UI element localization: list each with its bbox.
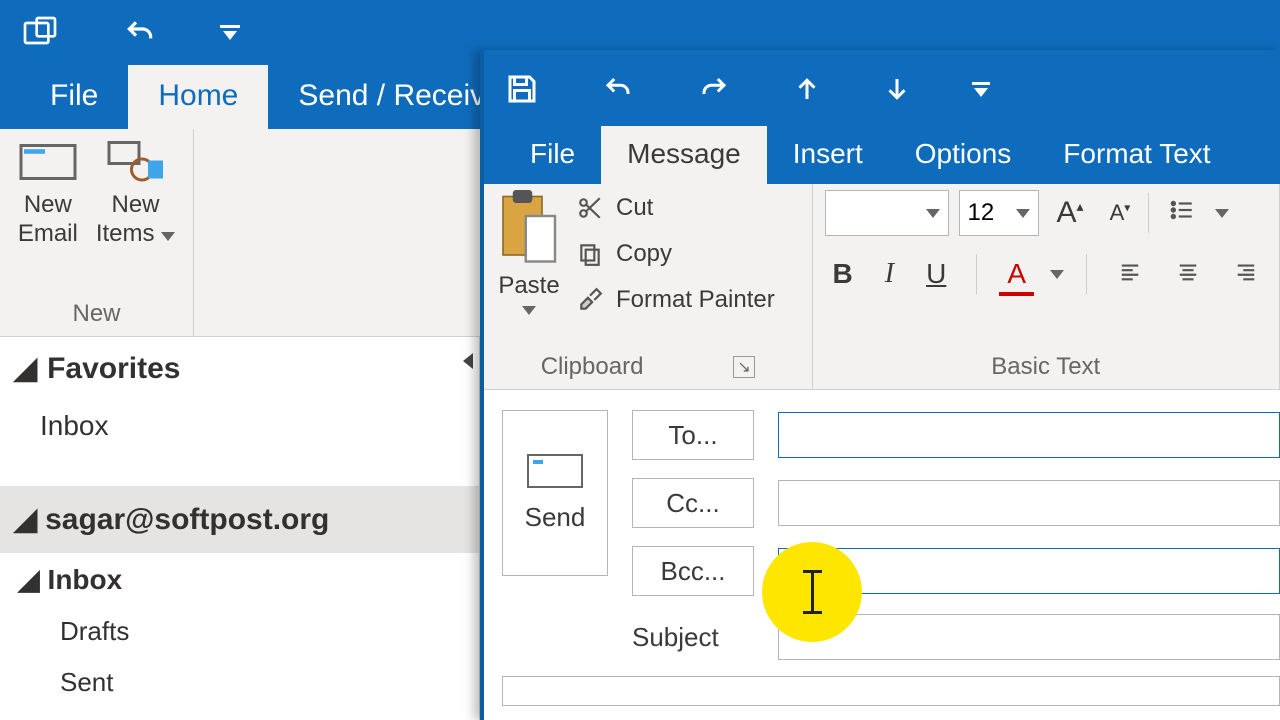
dialog-launcher-icon[interactable]: ↘ xyxy=(733,356,754,378)
to-input[interactable] xyxy=(778,412,1280,458)
compose-window: File Message Insert Options Format Text … xyxy=(480,50,1280,720)
align-right-button[interactable] xyxy=(1225,254,1267,294)
qat-customize-icon[interactable] xyxy=(972,82,990,97)
font-size-select[interactable]: 12 xyxy=(959,190,1039,236)
underline-button[interactable]: U xyxy=(918,254,954,294)
tab-home[interactable]: Home xyxy=(128,65,268,129)
nav-account-label: sagar@softpost.org xyxy=(45,503,329,537)
paste-icon xyxy=(496,190,562,268)
shrink-font-button[interactable]: A▾ xyxy=(1102,196,1139,230)
basic-text-group-label: Basic Text xyxy=(825,353,1267,387)
align-center-button[interactable] xyxy=(1167,254,1209,294)
new-items-label1: New xyxy=(112,191,160,218)
compose-titlebar xyxy=(484,50,1280,128)
copy-icon xyxy=(576,241,604,267)
nav-inbox[interactable]: ◢ Inbox xyxy=(0,553,479,606)
font-color-button[interactable]: A xyxy=(999,254,1034,294)
subject-input[interactable] xyxy=(778,614,1280,660)
undo-icon[interactable] xyxy=(600,74,636,104)
compose-ribbon: Paste Cut Copy Format Painter xyxy=(484,184,1280,390)
cc-input[interactable] xyxy=(778,480,1280,526)
scissors-icon xyxy=(576,195,604,221)
format-painter-button[interactable]: Format Painter xyxy=(576,282,775,318)
envelope-icon xyxy=(18,139,78,185)
to-button[interactable]: To... xyxy=(632,410,754,460)
compose-tab-format-text[interactable]: Format Text xyxy=(1037,126,1236,184)
new-items-icon xyxy=(106,139,166,185)
nav-collapse-icon[interactable] xyxy=(463,349,473,375)
nav-favorites-label: Favorites xyxy=(47,352,180,386)
send-button[interactable]: Send xyxy=(502,410,608,576)
nav-inbox-label: Inbox xyxy=(48,564,123,596)
nav-drafts[interactable]: Drafts xyxy=(0,606,479,657)
bullets-button[interactable] xyxy=(1159,193,1205,234)
copy-button[interactable]: Copy xyxy=(576,236,775,272)
new-email-label1: New xyxy=(24,191,72,218)
compose-tab-file[interactable]: File xyxy=(504,126,601,184)
send-envelope-icon xyxy=(527,454,583,488)
arrow-down-icon[interactable] xyxy=(882,72,912,106)
grow-font-button[interactable]: A▴ xyxy=(1049,192,1092,234)
clipboard-group-label: Clipboard xyxy=(541,353,644,381)
subject-label: Subject xyxy=(632,622,754,653)
new-items-label2: Items xyxy=(96,220,155,247)
redo-icon[interactable] xyxy=(696,74,732,104)
send-label: Send xyxy=(525,502,586,533)
align-right-icon xyxy=(1233,261,1259,283)
new-email-label2: Email xyxy=(18,220,78,247)
compose-tab-options[interactable]: Options xyxy=(889,126,1038,184)
outlook-app-icon xyxy=(20,13,60,53)
copy-label: Copy xyxy=(616,240,672,268)
group-new-label: New xyxy=(72,300,120,334)
paste-button[interactable]: Paste xyxy=(496,190,562,315)
bcc-input[interactable] xyxy=(778,548,1280,594)
nav-pane: ◢ Favorites Inbox ◢ sagar@softpost.org ◢… xyxy=(0,337,480,720)
bullets-icon xyxy=(1167,197,1197,223)
cut-label: Cut xyxy=(616,194,653,222)
save-icon[interactable] xyxy=(504,71,540,107)
font-name-select[interactable] xyxy=(825,190,949,236)
align-left-button[interactable] xyxy=(1109,254,1151,294)
message-body-input[interactable] xyxy=(502,676,1280,706)
arrow-up-icon[interactable] xyxy=(792,72,822,106)
new-email-button[interactable]: NewEmail xyxy=(12,135,84,253)
cc-button[interactable]: Cc... xyxy=(632,478,754,528)
new-items-button[interactable]: NewItems xyxy=(90,135,181,253)
compose-tab-message[interactable]: Message xyxy=(601,126,767,184)
cut-button[interactable]: Cut xyxy=(576,190,775,226)
undo-icon[interactable] xyxy=(120,17,160,49)
tab-file[interactable]: File xyxy=(20,65,128,129)
bcc-button[interactable]: Bcc... xyxy=(632,546,754,596)
font-size-value: 12 xyxy=(968,199,995,227)
bold-button[interactable]: B xyxy=(825,254,861,294)
qat-customize-icon[interactable] xyxy=(220,25,240,40)
align-center-icon xyxy=(1175,261,1201,283)
compose-header-fields: Send To... Cc... Bcc... Subject xyxy=(484,390,1280,668)
align-left-icon xyxy=(1117,261,1143,283)
nav-sent[interactable]: Sent xyxy=(0,657,479,708)
paste-label: Paste xyxy=(498,272,559,300)
paintbrush-icon xyxy=(576,287,604,313)
italic-button[interactable]: I xyxy=(877,254,902,294)
nav-fav-inbox[interactable]: Inbox xyxy=(0,400,479,452)
compose-tab-insert[interactable]: Insert xyxy=(767,126,889,184)
nav-favorites-header[interactable]: ◢ Favorites xyxy=(0,337,479,400)
compose-tabs: File Message Insert Options Format Text xyxy=(484,128,1280,184)
format-painter-label: Format Painter xyxy=(616,286,775,314)
nav-account-header[interactable]: ◢ sagar@softpost.org xyxy=(0,486,479,553)
